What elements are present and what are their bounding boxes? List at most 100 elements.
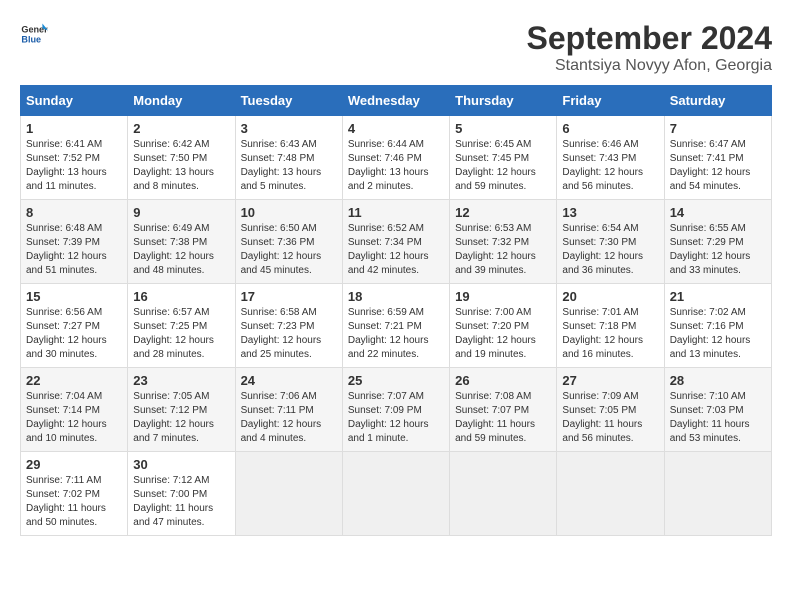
day-number: 23	[133, 373, 229, 388]
header-friday: Friday	[557, 86, 664, 116]
table-row: 5 Sunrise: 6:45 AM Sunset: 7:45 PM Dayli…	[450, 116, 557, 200]
day-number: 22	[26, 373, 122, 388]
table-row	[664, 452, 771, 536]
day-number: 16	[133, 289, 229, 304]
table-row: 19 Sunrise: 7:00 AM Sunset: 7:20 PM Dayl…	[450, 284, 557, 368]
table-row	[450, 452, 557, 536]
table-row	[342, 452, 449, 536]
calendar-week-row: 15 Sunrise: 6:56 AM Sunset: 7:27 PM Dayl…	[21, 284, 772, 368]
day-info: Sunrise: 6:44 AM Sunset: 7:46 PM Dayligh…	[348, 138, 444, 194]
day-number: 7	[670, 121, 766, 136]
day-info: Sunrise: 7:05 AM Sunset: 7:12 PM Dayligh…	[133, 390, 229, 446]
day-number: 25	[348, 373, 444, 388]
svg-text:Blue: Blue	[21, 34, 41, 44]
table-row: 8 Sunrise: 6:48 AM Sunset: 7:39 PM Dayli…	[21, 200, 128, 284]
header-tuesday: Tuesday	[235, 86, 342, 116]
day-info: Sunrise: 7:10 AM Sunset: 7:03 PM Dayligh…	[670, 390, 766, 446]
table-row: 6 Sunrise: 6:46 AM Sunset: 7:43 PM Dayli…	[557, 116, 664, 200]
day-number: 8	[26, 205, 122, 220]
day-info: Sunrise: 6:57 AM Sunset: 7:25 PM Dayligh…	[133, 306, 229, 362]
day-number: 24	[241, 373, 337, 388]
day-info: Sunrise: 7:07 AM Sunset: 7:09 PM Dayligh…	[348, 390, 444, 446]
day-info: Sunrise: 6:47 AM Sunset: 7:41 PM Dayligh…	[670, 138, 766, 194]
header-sunday: Sunday	[21, 86, 128, 116]
day-info: Sunrise: 6:53 AM Sunset: 7:32 PM Dayligh…	[455, 222, 551, 278]
day-info: Sunrise: 7:06 AM Sunset: 7:11 PM Dayligh…	[241, 390, 337, 446]
day-info: Sunrise: 7:08 AM Sunset: 7:07 PM Dayligh…	[455, 390, 551, 446]
page-header: General Blue September 2024 Stantsiya No…	[20, 20, 772, 75]
table-row: 7 Sunrise: 6:47 AM Sunset: 7:41 PM Dayli…	[664, 116, 771, 200]
day-number: 20	[562, 289, 658, 304]
table-row: 14 Sunrise: 6:55 AM Sunset: 7:29 PM Dayl…	[664, 200, 771, 284]
day-info: Sunrise: 6:58 AM Sunset: 7:23 PM Dayligh…	[241, 306, 337, 362]
day-number: 14	[670, 205, 766, 220]
day-info: Sunrise: 6:54 AM Sunset: 7:30 PM Dayligh…	[562, 222, 658, 278]
table-row: 21 Sunrise: 7:02 AM Sunset: 7:16 PM Dayl…	[664, 284, 771, 368]
day-info: Sunrise: 6:52 AM Sunset: 7:34 PM Dayligh…	[348, 222, 444, 278]
day-number: 27	[562, 373, 658, 388]
day-info: Sunrise: 6:50 AM Sunset: 7:36 PM Dayligh…	[241, 222, 337, 278]
location-title: Stantsiya Novyy Afon, Georgia	[527, 57, 772, 75]
table-row: 4 Sunrise: 6:44 AM Sunset: 7:46 PM Dayli…	[342, 116, 449, 200]
table-row: 13 Sunrise: 6:54 AM Sunset: 7:30 PM Dayl…	[557, 200, 664, 284]
calendar-week-row: 22 Sunrise: 7:04 AM Sunset: 7:14 PM Dayl…	[21, 368, 772, 452]
table-row: 24 Sunrise: 7:06 AM Sunset: 7:11 PM Dayl…	[235, 368, 342, 452]
calendar-week-row: 29 Sunrise: 7:11 AM Sunset: 7:02 PM Dayl…	[21, 452, 772, 536]
calendar-header-row: Sunday Monday Tuesday Wednesday Thursday…	[21, 86, 772, 116]
day-info: Sunrise: 7:11 AM Sunset: 7:02 PM Dayligh…	[26, 474, 122, 530]
day-info: Sunrise: 6:59 AM Sunset: 7:21 PM Dayligh…	[348, 306, 444, 362]
table-row: 10 Sunrise: 6:50 AM Sunset: 7:36 PM Dayl…	[235, 200, 342, 284]
table-row: 3 Sunrise: 6:43 AM Sunset: 7:48 PM Dayli…	[235, 116, 342, 200]
day-info: Sunrise: 6:41 AM Sunset: 7:52 PM Dayligh…	[26, 138, 122, 194]
table-row: 17 Sunrise: 6:58 AM Sunset: 7:23 PM Dayl…	[235, 284, 342, 368]
day-number: 9	[133, 205, 229, 220]
day-number: 5	[455, 121, 551, 136]
day-number: 21	[670, 289, 766, 304]
day-number: 30	[133, 457, 229, 472]
day-info: Sunrise: 6:49 AM Sunset: 7:38 PM Dayligh…	[133, 222, 229, 278]
table-row: 16 Sunrise: 6:57 AM Sunset: 7:25 PM Dayl…	[128, 284, 235, 368]
day-number: 29	[26, 457, 122, 472]
header-saturday: Saturday	[664, 86, 771, 116]
table-row: 30 Sunrise: 7:12 AM Sunset: 7:00 PM Dayl…	[128, 452, 235, 536]
table-row: 15 Sunrise: 6:56 AM Sunset: 7:27 PM Dayl…	[21, 284, 128, 368]
table-row: 27 Sunrise: 7:09 AM Sunset: 7:05 PM Dayl…	[557, 368, 664, 452]
table-row: 9 Sunrise: 6:49 AM Sunset: 7:38 PM Dayli…	[128, 200, 235, 284]
day-number: 1	[26, 121, 122, 136]
day-number: 15	[26, 289, 122, 304]
table-row: 26 Sunrise: 7:08 AM Sunset: 7:07 PM Dayl…	[450, 368, 557, 452]
day-number: 6	[562, 121, 658, 136]
day-number: 26	[455, 373, 551, 388]
table-row	[557, 452, 664, 536]
table-row: 23 Sunrise: 7:05 AM Sunset: 7:12 PM Dayl…	[128, 368, 235, 452]
table-row: 12 Sunrise: 6:53 AM Sunset: 7:32 PM Dayl…	[450, 200, 557, 284]
day-number: 28	[670, 373, 766, 388]
day-number: 13	[562, 205, 658, 220]
day-info: Sunrise: 7:09 AM Sunset: 7:05 PM Dayligh…	[562, 390, 658, 446]
day-info: Sunrise: 7:12 AM Sunset: 7:00 PM Dayligh…	[133, 474, 229, 530]
day-number: 2	[133, 121, 229, 136]
table-row: 18 Sunrise: 6:59 AM Sunset: 7:21 PM Dayl…	[342, 284, 449, 368]
day-number: 11	[348, 205, 444, 220]
table-row: 22 Sunrise: 7:04 AM Sunset: 7:14 PM Dayl…	[21, 368, 128, 452]
calendar-week-row: 8 Sunrise: 6:48 AM Sunset: 7:39 PM Dayli…	[21, 200, 772, 284]
header-thursday: Thursday	[450, 86, 557, 116]
table-row: 2 Sunrise: 6:42 AM Sunset: 7:50 PM Dayli…	[128, 116, 235, 200]
calendar-week-row: 1 Sunrise: 6:41 AM Sunset: 7:52 PM Dayli…	[21, 116, 772, 200]
day-number: 17	[241, 289, 337, 304]
logo-icon: General Blue	[20, 20, 48, 48]
day-info: Sunrise: 7:04 AM Sunset: 7:14 PM Dayligh…	[26, 390, 122, 446]
month-title: September 2024	[527, 20, 772, 57]
day-info: Sunrise: 7:00 AM Sunset: 7:20 PM Dayligh…	[455, 306, 551, 362]
table-row: 25 Sunrise: 7:07 AM Sunset: 7:09 PM Dayl…	[342, 368, 449, 452]
table-row: 20 Sunrise: 7:01 AM Sunset: 7:18 PM Dayl…	[557, 284, 664, 368]
day-info: Sunrise: 6:56 AM Sunset: 7:27 PM Dayligh…	[26, 306, 122, 362]
table-row: 28 Sunrise: 7:10 AM Sunset: 7:03 PM Dayl…	[664, 368, 771, 452]
day-number: 18	[348, 289, 444, 304]
table-row: 11 Sunrise: 6:52 AM Sunset: 7:34 PM Dayl…	[342, 200, 449, 284]
day-info: Sunrise: 6:43 AM Sunset: 7:48 PM Dayligh…	[241, 138, 337, 194]
day-number: 4	[348, 121, 444, 136]
day-number: 3	[241, 121, 337, 136]
day-number: 12	[455, 205, 551, 220]
table-row: 29 Sunrise: 7:11 AM Sunset: 7:02 PM Dayl…	[21, 452, 128, 536]
